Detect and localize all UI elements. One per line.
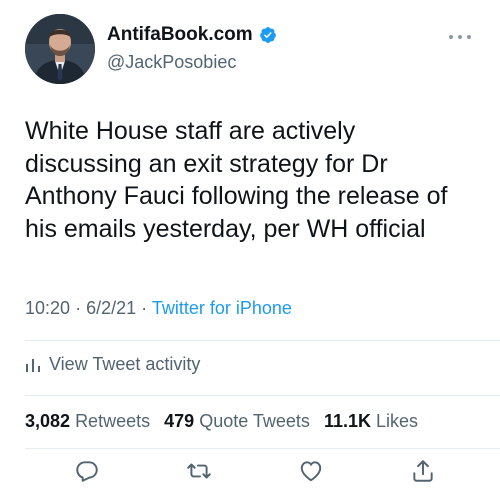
retweet-icon[interactable] — [186, 458, 212, 484]
avatar[interactable] — [25, 14, 95, 84]
tweet-header: AntifaBook.com @JackPosobiec — [25, 14, 475, 84]
retweets-label: Retweets — [75, 411, 151, 431]
tweet-actions — [0, 458, 500, 490]
likes-label: Likes — [376, 411, 419, 431]
meta-separator: · — [141, 298, 148, 318]
bar-chart-icon — [26, 358, 40, 372]
verified-badge-icon — [259, 26, 277, 44]
reply-icon[interactable] — [74, 458, 100, 484]
retweets-stat[interactable]: 3,082 Retweets — [25, 411, 155, 431]
view-activity-button[interactable]: View Tweet activity — [25, 354, 200, 375]
author-handle[interactable]: @JackPosobiec — [107, 52, 277, 73]
likes-stat[interactable]: 11.1K Likes — [324, 411, 418, 431]
share-icon[interactable] — [410, 458, 436, 484]
divider — [25, 340, 500, 341]
tweet-stats: 3,082 Retweets 479 Quote Tweets 11.1K Li… — [25, 411, 427, 432]
heart-icon[interactable] — [298, 458, 324, 484]
meta-separator: · — [75, 298, 82, 318]
quote-tweets-stat[interactable]: 479 Quote Tweets — [164, 411, 315, 431]
tweet-time[interactable]: 10:20 — [25, 298, 70, 318]
retweets-count: 3,082 — [25, 411, 71, 431]
tweet-text: White House staff are actively discussin… — [25, 117, 448, 243]
view-activity-label: View Tweet activity — [49, 354, 201, 374]
tweet-meta: 10:20 · 6/2/21 · Twitter for iPhone — [25, 298, 292, 319]
author-names: AntifaBook.com @JackPosobiec — [107, 23, 277, 73]
more-icon[interactable] — [447, 32, 473, 42]
quote-tweets-label: Quote Tweets — [199, 411, 310, 431]
tweet-source[interactable]: Twitter for iPhone — [152, 298, 292, 318]
likes-count: 11.1K — [323, 411, 371, 431]
quote-tweets-count: 479 — [164, 411, 195, 431]
divider — [25, 448, 500, 449]
tweet-date[interactable]: 6/2/21 — [86, 298, 136, 318]
author-display-name[interactable]: AntifaBook.com — [107, 24, 253, 46]
divider — [25, 395, 500, 396]
